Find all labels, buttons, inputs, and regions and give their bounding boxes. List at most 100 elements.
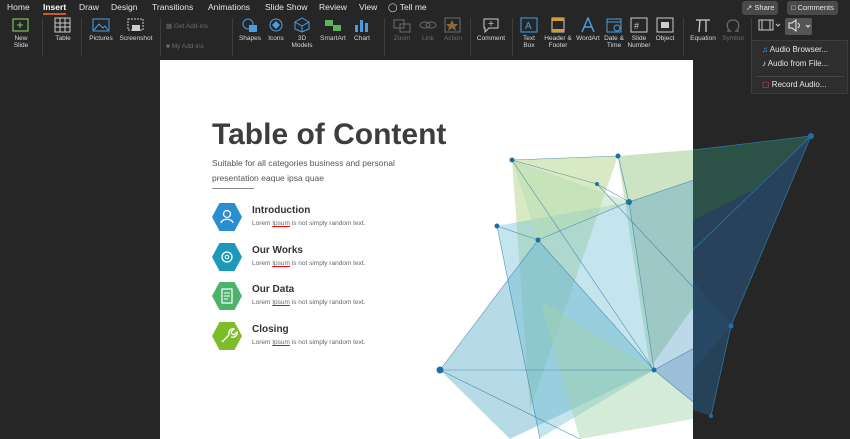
tell-me-search[interactable]: ◯ Tell me: [388, 1, 427, 13]
header-footer-button[interactable]: Header & Footer: [543, 17, 573, 49]
equation-button[interactable]: Equation: [688, 17, 718, 42]
screenshot-button[interactable]: Screenshot: [118, 17, 154, 42]
text-box-button[interactable]: A Text Box: [518, 17, 540, 49]
slide[interactable]: Table of Content Suitable for all catego…: [160, 60, 693, 439]
equation-label: Equation: [690, 35, 716, 42]
document-icon: [212, 282, 242, 310]
audio-browser-item[interactable]: ♫ Audio Browser...: [762, 44, 828, 56]
title-divider: [212, 188, 254, 189]
toc-item-title: Our Works: [252, 245, 303, 256]
screenshot-icon: [127, 18, 144, 31]
shapes-button[interactable]: Shapes: [238, 17, 262, 42]
addins-icon: ■: [166, 43, 170, 50]
table-button[interactable]: Table: [50, 17, 76, 42]
tab-slide-show[interactable]: Slide Show: [265, 1, 308, 13]
share-icon: ↗: [746, 3, 753, 12]
tab-transitions[interactable]: Transitions: [152, 1, 193, 13]
audio-from-file-label: Audio from File...: [767, 59, 829, 68]
table-icon: [54, 17, 71, 33]
smartart-button[interactable]: SmartArt: [318, 17, 348, 42]
3d-models-label: 3D Models: [291, 35, 313, 49]
wordart-label: WordArt: [576, 35, 600, 42]
object-icon: [656, 17, 674, 33]
audio-from-file-item[interactable]: ♪ Audio from File...: [762, 58, 828, 70]
toc-item-description: Lorem Ipsum is not simply random text.: [252, 220, 366, 227]
symbol-button[interactable]: Symbol: [720, 17, 746, 42]
action-label: Action: [443, 35, 463, 42]
omega-icon: [726, 19, 740, 32]
smartart-label: SmartArt: [320, 35, 346, 42]
comment-label: Comment: [476, 35, 506, 42]
share-label: Share: [754, 3, 775, 12]
toc-item-description: Lorem Ipsum is not simply random text.: [252, 299, 366, 306]
my-addins-button[interactable]: ■ My Add-ins: [166, 43, 204, 50]
my-addins-label: My Add-ins: [171, 43, 204, 50]
3d-models-button[interactable]: 3D Models: [290, 17, 314, 49]
slide-subtitle: Suitable for all categories business and…: [212, 158, 395, 183]
chart-icon: [355, 20, 368, 32]
comment-icon: [483, 18, 499, 33]
comment-button[interactable]: Comment: [476, 17, 506, 42]
store-icon: ▦: [166, 23, 173, 30]
tab-design[interactable]: Design: [111, 1, 137, 13]
pi-icon: [696, 19, 710, 33]
object-label: Object: [655, 35, 675, 42]
pictures-label: Pictures: [89, 35, 113, 42]
smartart-icon: [325, 20, 341, 31]
toc-item-title: Our Data: [252, 284, 295, 295]
record-audio-item[interactable]: ▢ Record Audio...: [762, 79, 827, 91]
comments-button[interactable]: □ Comments: [787, 1, 838, 15]
date-time-label: Date & Time: [604, 35, 624, 49]
toc-item-title: Closing: [252, 324, 289, 335]
tab-view[interactable]: View: [359, 1, 377, 13]
slide-number-icon: #: [630, 17, 648, 33]
zoom-button[interactable]: Zoom: [390, 17, 414, 42]
zoom-icon: [393, 19, 411, 33]
icons-label: Icons: [268, 35, 284, 42]
menu-divider: [756, 76, 844, 77]
audio-browser-label: Audio Browser...: [769, 45, 829, 54]
share-button[interactable]: ↗ Share: [742, 1, 779, 15]
new-slide-button[interactable]: New Slide: [8, 17, 34, 49]
ribbon-insert: New Slide Table Pictures Screenshot ▦ Ge…: [0, 15, 850, 60]
link-button[interactable]: Link: [418, 17, 438, 42]
user-icon: [212, 203, 242, 231]
date-time-button[interactable]: Date & Time: [604, 17, 624, 49]
table-label: Table: [55, 35, 71, 42]
icons-icon: [269, 18, 283, 32]
tab-animations[interactable]: Animations: [208, 1, 250, 13]
gear-icon: [212, 243, 242, 271]
get-addins-button[interactable]: ▦ Get Add-ins: [166, 23, 208, 30]
video-button[interactable]: [756, 17, 782, 35]
comment-icon: □: [791, 3, 796, 12]
tab-insert[interactable]: Insert: [43, 1, 67, 15]
slide-number-label: Slide Number: [627, 35, 651, 49]
text-box-icon: A: [520, 17, 538, 33]
shapes-icon: [242, 18, 257, 32]
tell-me-label: Tell me: [399, 2, 427, 12]
link-icon: [419, 21, 437, 29]
symbol-label: Symbol: [722, 35, 744, 42]
tab-home[interactable]: Home: [7, 1, 30, 13]
icons-button[interactable]: Icons: [266, 17, 286, 42]
action-button[interactable]: Action: [442, 17, 464, 42]
network-graphic-overflow: [693, 133, 814, 418]
slide-number-button[interactable]: # Slide Number: [627, 17, 651, 49]
header-footer-icon: [551, 17, 565, 33]
lightbulb-icon: ◯: [388, 2, 398, 12]
link-label: Link: [422, 35, 434, 42]
cube-icon: [294, 17, 310, 33]
record-audio-label: Record Audio...: [771, 80, 827, 89]
pictures-button[interactable]: Pictures: [88, 17, 114, 42]
wordart-button[interactable]: WordArt: [575, 17, 601, 42]
svg-text:A: A: [525, 21, 532, 32]
chart-button[interactable]: Chart: [352, 17, 372, 42]
get-addins-label: Get Add-ins: [173, 23, 208, 30]
screenshot-label: Screenshot: [119, 35, 153, 42]
tab-draw[interactable]: Draw: [79, 1, 99, 13]
object-button[interactable]: Object: [654, 17, 676, 42]
shapes-label: Shapes: [238, 35, 262, 42]
audio-button[interactable]: [785, 18, 812, 35]
pictures-icon: [92, 18, 110, 32]
tab-review[interactable]: Review: [319, 1, 347, 13]
